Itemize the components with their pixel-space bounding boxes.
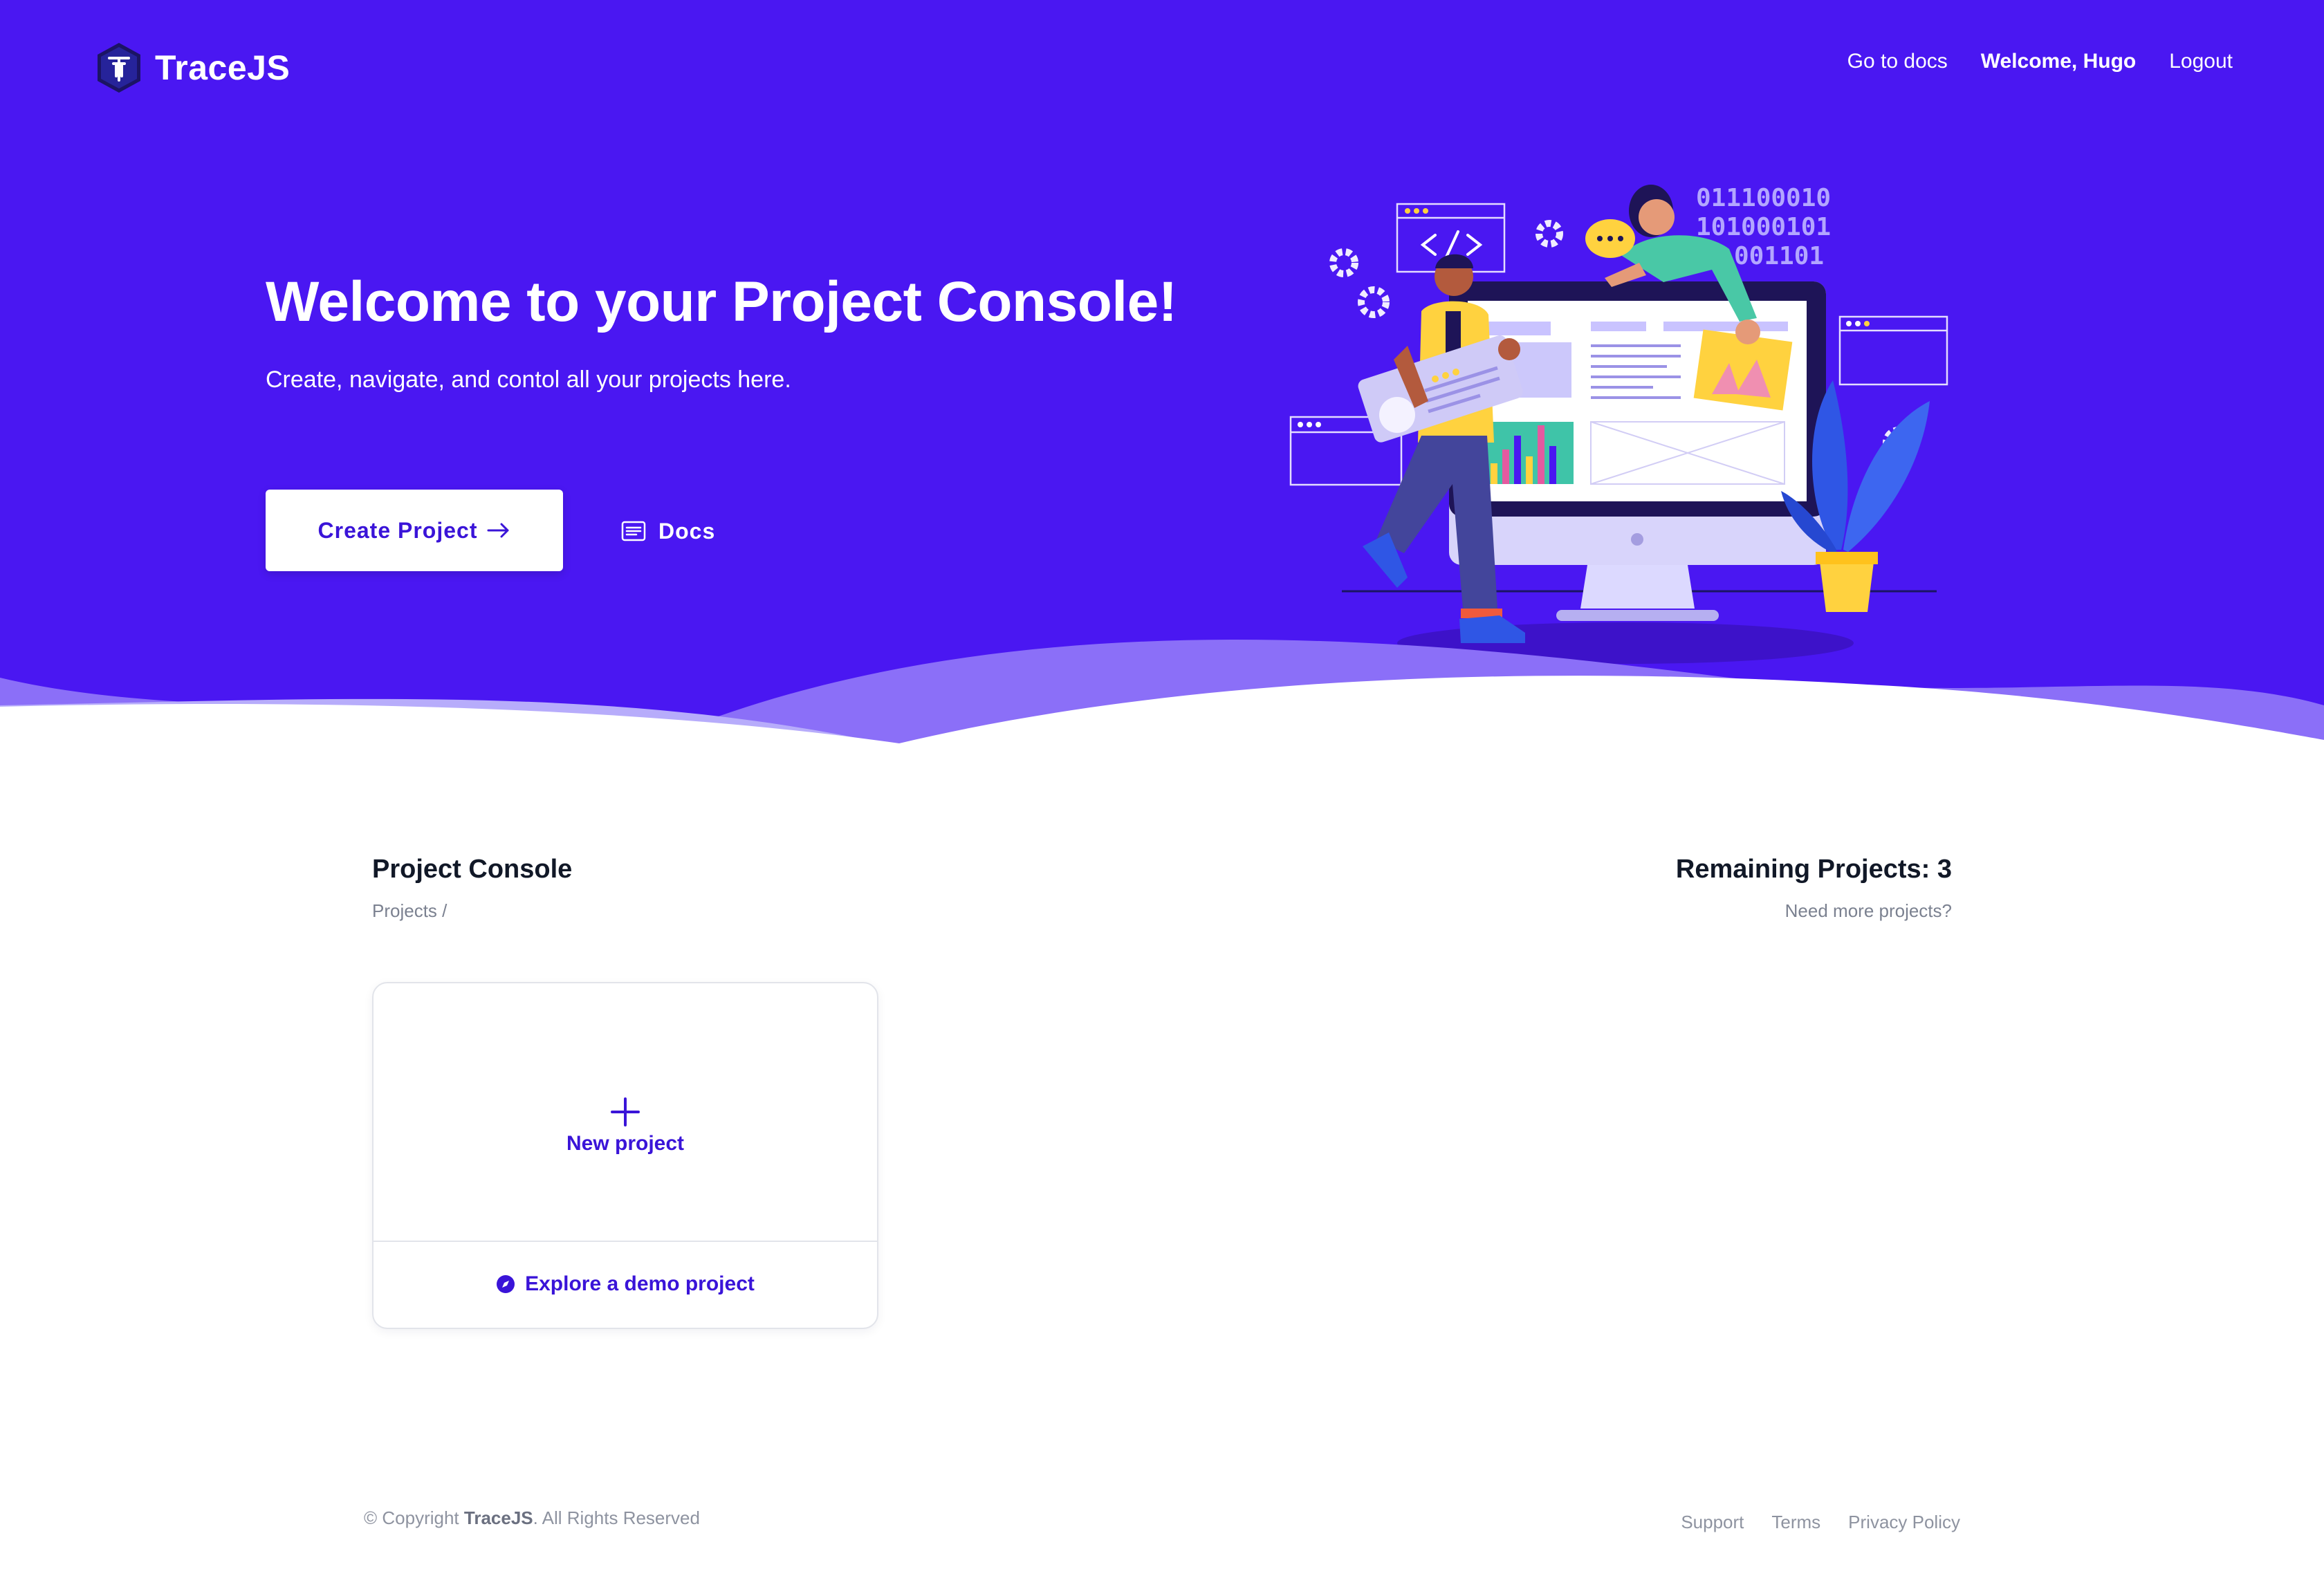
tracejs-logo-icon: [98, 43, 140, 93]
copyright-text: © Copyright TraceJS. All Rights Reserved: [364, 1507, 700, 1529]
docs-label: Docs: [658, 518, 716, 544]
hero-section: TraceJS Go to docs Welcome, Hugo Logout …: [0, 0, 2324, 761]
hero-subtitle: Create, navigate, and contol all your pr…: [266, 366, 791, 393]
binary-line-2: 101000101: [1696, 213, 1831, 241]
binary-line-3: 001101: [1734, 242, 1824, 270]
new-project-label: New project: [566, 1132, 685, 1155]
breadcrumb[interactable]: Projects /: [372, 900, 447, 922]
document-icon: [621, 521, 646, 541]
brand-name: TraceJS: [155, 48, 290, 87]
hero-title: Welcome to your Project Console!: [266, 270, 1177, 333]
plus-icon: [611, 1097, 640, 1126]
brand[interactable]: TraceJS: [95, 41, 290, 94]
arrow-right-icon: [487, 523, 509, 538]
copyright-suffix: . All Rights Reserved: [533, 1507, 700, 1528]
logout-link[interactable]: Logout: [2169, 50, 2233, 73]
new-project-button[interactable]: New project: [374, 983, 877, 1241]
explore-demo-label: Explore a demo project: [525, 1272, 755, 1295]
top-nav: Go to docs Welcome, Hugo Logout: [1847, 50, 2233, 73]
right-window-icon: [1838, 315, 1948, 386]
compass-icon: [497, 1275, 515, 1293]
explore-demo-project-link[interactable]: Explore a demo project: [374, 1242, 877, 1326]
developers-at-monitor-illustration: 011100010 101000101 001101: [1289, 184, 1948, 664]
go-to-docs-link[interactable]: Go to docs: [1847, 50, 1948, 73]
new-project-card: New project Explore a demo project: [372, 982, 878, 1329]
hero-wave-divider: [0, 640, 2324, 761]
terms-link[interactable]: Terms: [1771, 1512, 1820, 1533]
copyright-prefix: © Copyright: [364, 1507, 464, 1528]
monitor-icon: [1449, 281, 1826, 621]
create-project-label: Create Project: [317, 517, 478, 543]
remaining-projects-count: Remaining Projects: 3: [1675, 855, 1952, 884]
copyright-brand: TraceJS: [463, 1507, 533, 1528]
page-title: Project Console: [372, 855, 573, 884]
create-project-button[interactable]: Create Project: [266, 490, 563, 571]
docs-button[interactable]: Docs: [621, 510, 715, 552]
binary-line-1: 011100010: [1696, 184, 1831, 212]
need-more-projects-link[interactable]: Need more projects?: [1785, 900, 1952, 922]
support-link[interactable]: Support: [1681, 1512, 1744, 1533]
privacy-policy-link[interactable]: Privacy Policy: [1848, 1512, 1960, 1533]
footer-links: Support Terms Privacy Policy: [1681, 1512, 1960, 1533]
welcome-user-link[interactable]: Welcome, Hugo: [1981, 50, 2136, 73]
